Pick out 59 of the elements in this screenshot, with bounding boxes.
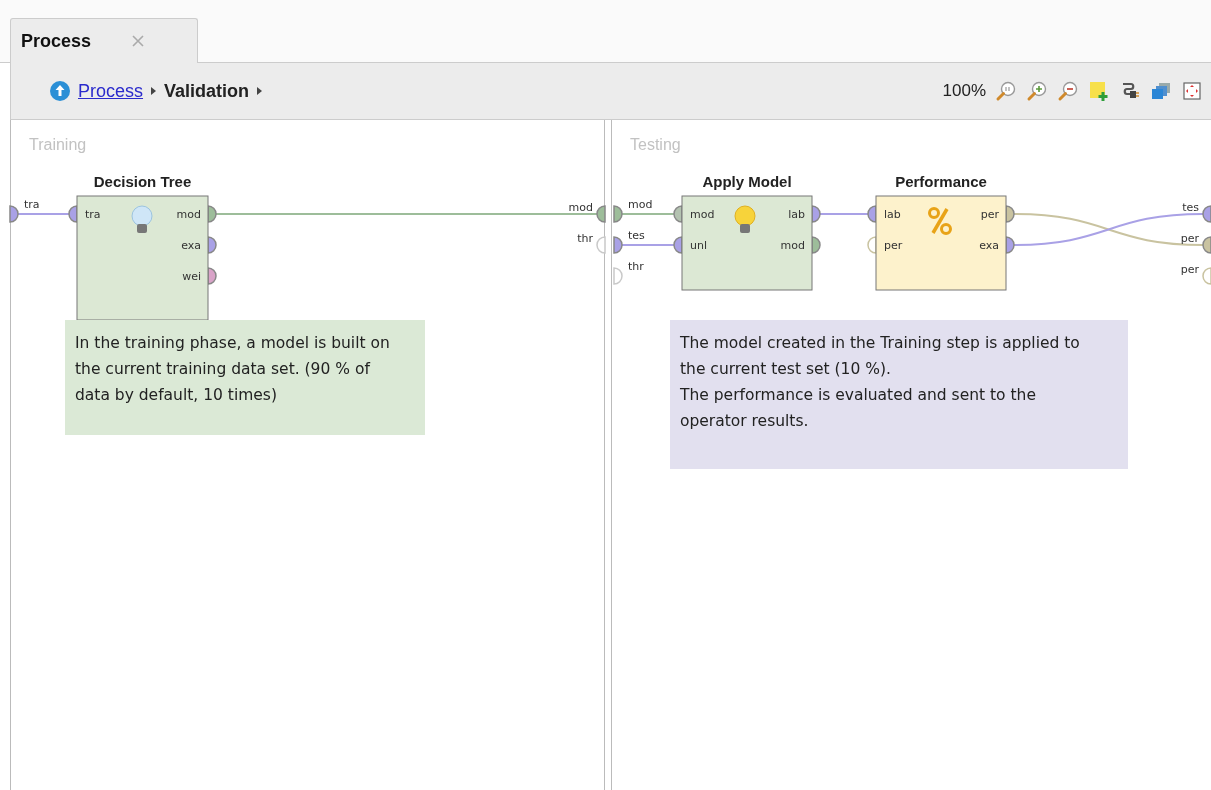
- zoom-out-icon[interactable]: [1057, 80, 1079, 102]
- breadcrumb-link[interactable]: Process: [78, 80, 144, 102]
- note-text: In the training phase, a model is built on the current training data set. (90 % of data by default, 10 times): [75, 333, 391, 406]
- input-port[interactable]: [9, 205, 19, 223]
- sticky-note[interactable]: The model created in the Training step is applied to the current test set (10 %). The performance is evaluated and sent to the operator results.: [670, 320, 1128, 469]
- port-label: tes: [1182, 201, 1199, 214]
- operator-title: Performance: [895, 173, 987, 190]
- note-text: The model created in the Training step is applied to the current test set (10 %).: [680, 333, 1081, 380]
- port-label: unl: [690, 239, 707, 252]
- port-label: per: [1180, 232, 1199, 245]
- output-port[interactable]: [1202, 267, 1211, 285]
- operator-title: Apply Model: [702, 173, 792, 190]
- zoom-level: 100%: [942, 81, 986, 101]
- output-port[interactable]: [1202, 205, 1211, 223]
- port-label: mod: [628, 198, 653, 211]
- port-label: wei: [182, 270, 201, 283]
- port-label: tra: [24, 198, 40, 211]
- port-label: mod: [176, 208, 201, 221]
- fit-to-screen-icon[interactable]: [1181, 80, 1203, 102]
- windows-icon[interactable]: [1150, 80, 1172, 102]
- port-label: lab: [788, 208, 805, 221]
- crossed-wires[interactable]: [1013, 213, 1204, 246]
- operator-box[interactable]: [76, 195, 209, 321]
- port-label: per: [884, 239, 903, 252]
- percent-icon: [928, 207, 952, 235]
- caret-icon[interactable]: [256, 86, 264, 96]
- input-port[interactable]: [613, 205, 623, 223]
- caret-icon[interactable]: [150, 86, 158, 96]
- add-note-icon[interactable]: [1088, 80, 1110, 102]
- breadcrumb-current: Validation: [164, 80, 250, 102]
- port-label: per: [1180, 263, 1199, 276]
- port-label: thr: [577, 232, 593, 245]
- port-label: tes: [628, 229, 645, 242]
- port-label: exa: [979, 239, 999, 252]
- port-label: exa: [181, 239, 201, 252]
- lightbulb-icon: [131, 205, 153, 233]
- panel-title: Testing: [630, 136, 681, 153]
- port-label: mod: [690, 208, 715, 221]
- operator-box[interactable]: [875, 195, 1007, 291]
- zoom-reset-icon[interactable]: [995, 80, 1017, 102]
- port-label: lab: [884, 208, 901, 221]
- port-label: mod: [568, 201, 593, 214]
- input-port[interactable]: [613, 236, 623, 254]
- note-text: The performance is evaluated and sent to the operator results.: [680, 385, 1037, 432]
- port-label: thr: [628, 260, 644, 273]
- sticky-note[interactable]: In the training phase, a model is built on the current training data set. (90 % of data by default, 10 times): [65, 320, 425, 435]
- panel-title: Training: [29, 136, 87, 153]
- output-port[interactable]: [1202, 236, 1211, 254]
- close-icon[interactable]: [131, 34, 146, 48]
- port-label: per: [980, 208, 999, 221]
- operator-box[interactable]: [681, 195, 813, 291]
- process-tab[interactable]: Process: [10, 18, 198, 63]
- zoom-in-icon[interactable]: [1026, 80, 1048, 102]
- input-port[interactable]: [613, 267, 623, 285]
- output-port[interactable]: [596, 205, 606, 223]
- operator-title: Decision Tree: [93, 173, 192, 190]
- port-label: tra: [85, 208, 101, 221]
- lightbulb-icon: [734, 205, 756, 233]
- port-label: mod: [780, 239, 805, 252]
